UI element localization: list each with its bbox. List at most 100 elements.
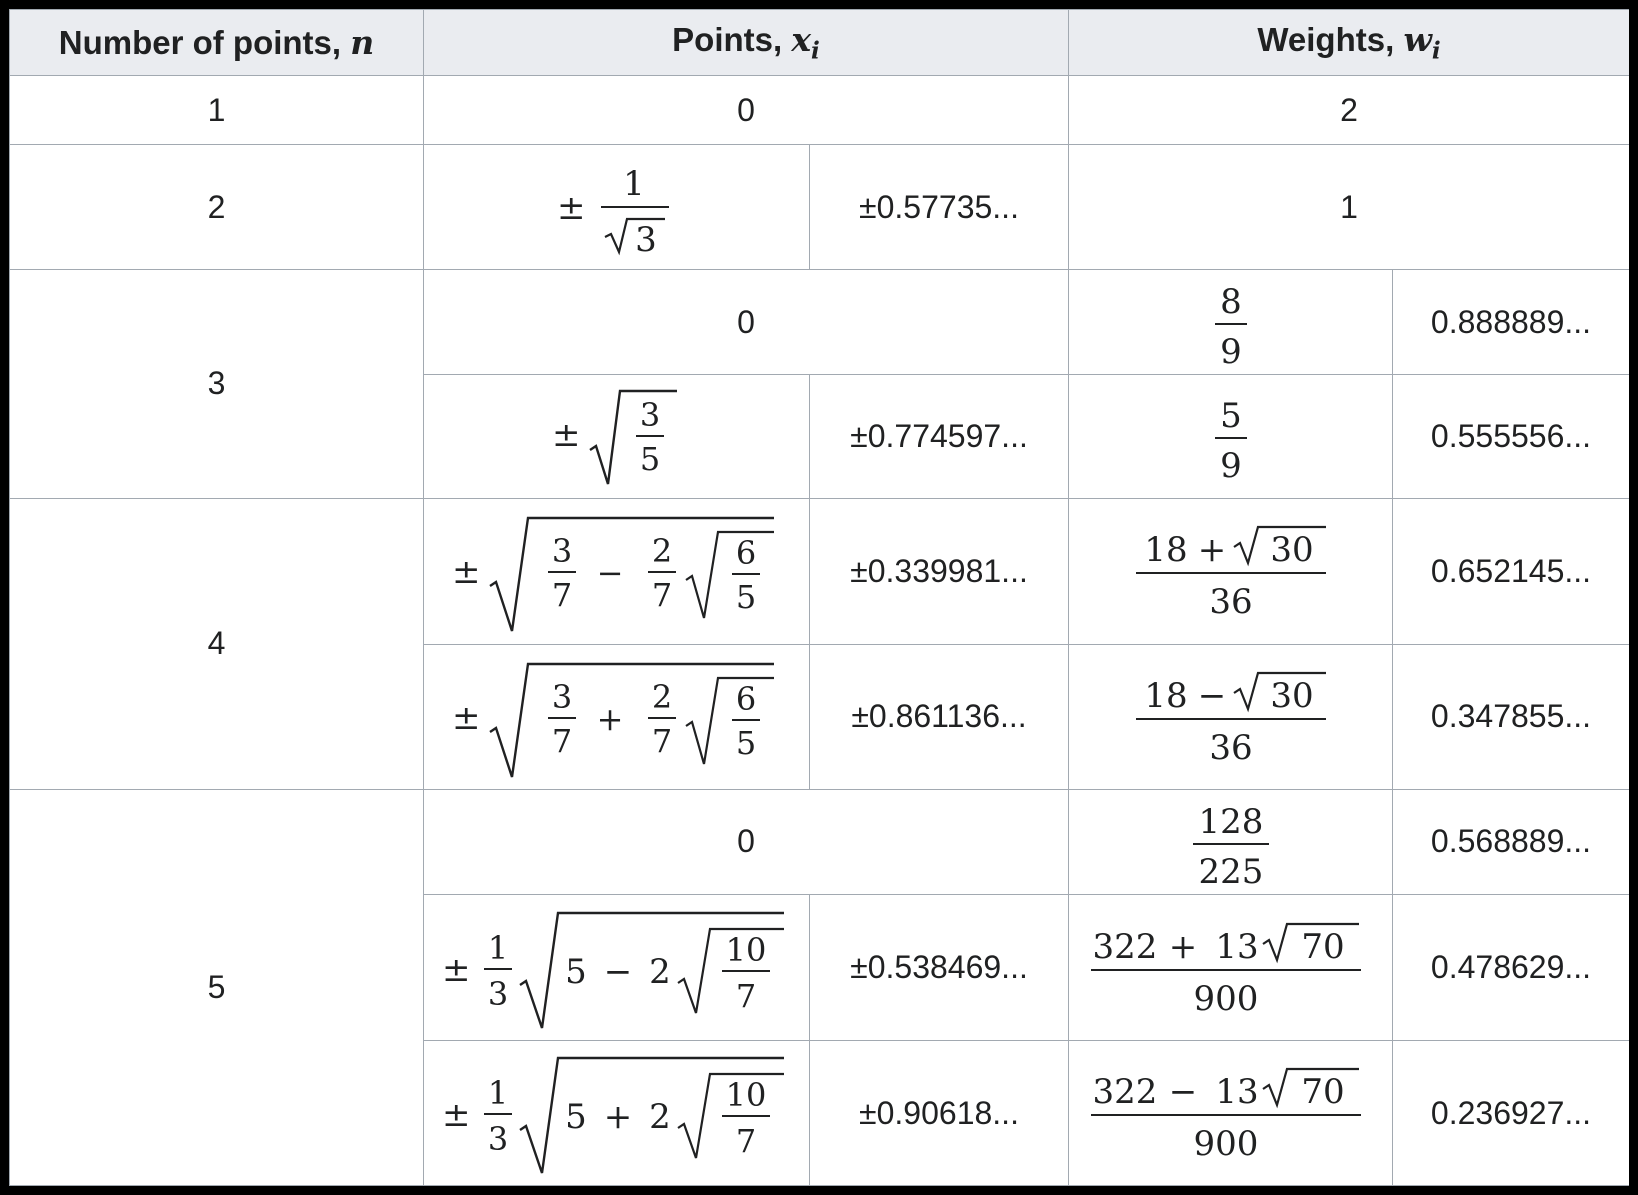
- svg-text:5: 5: [735, 724, 755, 762]
- svg-text:322: 322: [1092, 927, 1157, 967]
- header-weights: Weights, wi: [1068, 9, 1629, 77]
- weight-exact-cell: 18 + 30 36: [1068, 497, 1393, 646]
- svg-text:+: +: [1168, 927, 1197, 967]
- n-cell: 5: [9, 788, 424, 1186]
- n-cell: 3: [9, 268, 424, 499]
- weight-decimal-cell: 0.568889...: [1392, 788, 1629, 895]
- svg-text:5: 5: [565, 952, 587, 992]
- svg-text:−: −: [603, 952, 632, 992]
- svg-text:±: ±: [557, 188, 586, 228]
- weight-exact-cell: 8 9: [1068, 268, 1393, 376]
- svg-text:13: 13: [1215, 927, 1258, 967]
- svg-text:−: −: [1168, 1072, 1197, 1112]
- svg-text:7: 7: [551, 576, 571, 614]
- weight-exact-cell: 322 + 13 70 900: [1068, 893, 1393, 1042]
- svg-text:9: 9: [1220, 332, 1242, 372]
- gauss-legendre-table-frame: Number of points, n Points, xi Weights, …: [9, 9, 1629, 1186]
- weight-decimal-cell: 0.236927...: [1392, 1040, 1629, 1186]
- n-cell: 2: [9, 144, 424, 270]
- weight-exact-cell: 18 − 30 36: [1068, 644, 1393, 790]
- point-formula-n4-plus: ± 3 7 + 2 7 6 5: [452, 662, 774, 778]
- point-exact-cell: ± 1 3 5 + 2 10 7: [423, 1040, 810, 1186]
- svg-text:2: 2: [651, 678, 671, 716]
- svg-text:7: 7: [735, 977, 755, 1015]
- svg-text:30: 30: [1270, 676, 1313, 716]
- weight-decimal-cell: 0.478629...: [1392, 893, 1629, 1042]
- svg-text:5: 5: [1220, 396, 1242, 436]
- weight-exact-cell: 128 225: [1068, 788, 1393, 895]
- svg-text:±: ±: [452, 552, 481, 592]
- table-row: 3 0 8 9 0.888889...: [9, 268, 1629, 499]
- svg-text:6: 6: [735, 680, 755, 718]
- svg-text:30: 30: [1270, 530, 1313, 570]
- svg-text:2: 2: [651, 532, 671, 570]
- point-decimal-cell: ±0.861136...: [809, 644, 1069, 790]
- point-exact-cell: ± 1 3: [423, 144, 810, 270]
- point-decimal-cell: ±0.339981...: [809, 497, 1069, 646]
- point-exact-cell: ± 3 5: [423, 374, 810, 499]
- weight-decimal-cell: 2: [1068, 75, 1629, 146]
- weight-formula-18-minus: 18 − 30 36: [1135, 671, 1326, 768]
- svg-text:1: 1: [623, 164, 645, 204]
- svg-text:6: 6: [735, 534, 755, 572]
- svg-text:+: +: [596, 700, 623, 738]
- svg-text:5: 5: [639, 440, 659, 478]
- weight-decimal-cell: 0.555556...: [1392, 374, 1629, 499]
- n-cell: 4: [9, 497, 424, 790]
- svg-text:1: 1: [487, 929, 507, 967]
- svg-text:±: ±: [552, 415, 581, 455]
- svg-text:900: 900: [1193, 979, 1258, 1019]
- svg-text:3: 3: [551, 678, 571, 716]
- weight-decimal-cell: 0.652145...: [1392, 497, 1629, 646]
- header-number-of-points: Number of points, n: [9, 9, 424, 77]
- weight-formula-18-plus: 18 + 30 36: [1135, 526, 1326, 622]
- point-formula-n3: ± 3 5: [552, 390, 677, 485]
- point-formula-n5-minus: ± 1 3 5 − 2 10 7: [442, 911, 784, 1029]
- point-decimal-cell: ±0.90618...: [809, 1040, 1069, 1186]
- svg-text:3: 3: [639, 396, 659, 434]
- svg-text:3: 3: [487, 975, 507, 1013]
- point-decimal-cell: 0: [423, 788, 1069, 895]
- weight-exact-cell: 322 − 13 70 900: [1068, 1040, 1393, 1186]
- point-exact-cell: ± 3 7 − 2 7 6 5: [423, 497, 810, 646]
- weight-formula-8-9: 8 9: [1214, 282, 1247, 372]
- svg-text:±: ±: [442, 1095, 471, 1135]
- svg-text:8: 8: [1220, 282, 1242, 322]
- table-row: 1 0 2: [9, 75, 1629, 146]
- svg-text:18: 18: [1144, 676, 1187, 716]
- svg-text:7: 7: [651, 722, 671, 760]
- weight-formula-322-plus: 322 + 13 70 900: [1090, 922, 1361, 1019]
- svg-text:13: 13: [1215, 1072, 1258, 1112]
- weight-formula-128-225: 128 225: [1192, 802, 1269, 892]
- svg-text:70: 70: [1301, 927, 1344, 967]
- svg-text:36: 36: [1209, 728, 1252, 768]
- svg-text:±: ±: [442, 950, 471, 990]
- svg-text:900: 900: [1193, 1124, 1258, 1164]
- svg-text:+: +: [1197, 530, 1226, 570]
- svg-text:322: 322: [1092, 1072, 1157, 1112]
- svg-text:10: 10: [725, 931, 766, 969]
- svg-text:9: 9: [1220, 446, 1242, 486]
- svg-text:7: 7: [735, 1122, 755, 1160]
- point-formula-n5-plus: ± 1 3 5 + 2 10 7: [442, 1057, 784, 1174]
- svg-text:1: 1: [487, 1074, 507, 1112]
- point-decimal-cell: 0: [423, 268, 1069, 376]
- point-decimal-cell: ±0.57735...: [809, 144, 1069, 270]
- svg-text:−: −: [1197, 676, 1226, 716]
- svg-text:10: 10: [725, 1076, 766, 1114]
- svg-text:2: 2: [649, 1097, 671, 1137]
- svg-text:18: 18: [1144, 530, 1187, 570]
- svg-text:+: +: [603, 1097, 632, 1137]
- point-decimal-cell: 0: [423, 75, 1069, 146]
- weight-decimal-cell: 0.888889...: [1392, 268, 1629, 376]
- svg-text:±: ±: [452, 698, 481, 738]
- svg-text:3: 3: [487, 1120, 507, 1158]
- svg-text:5: 5: [735, 578, 755, 616]
- header-row: Number of points, n Points, xi Weights, …: [9, 9, 1629, 77]
- gauss-legendre-table: Number of points, n Points, xi Weights, …: [9, 9, 1629, 1186]
- svg-text:3: 3: [551, 532, 571, 570]
- svg-text:7: 7: [551, 722, 571, 760]
- point-decimal-cell: ±0.538469...: [809, 893, 1069, 1042]
- header-points: Points, xi: [423, 9, 1069, 77]
- svg-text:225: 225: [1198, 852, 1263, 892]
